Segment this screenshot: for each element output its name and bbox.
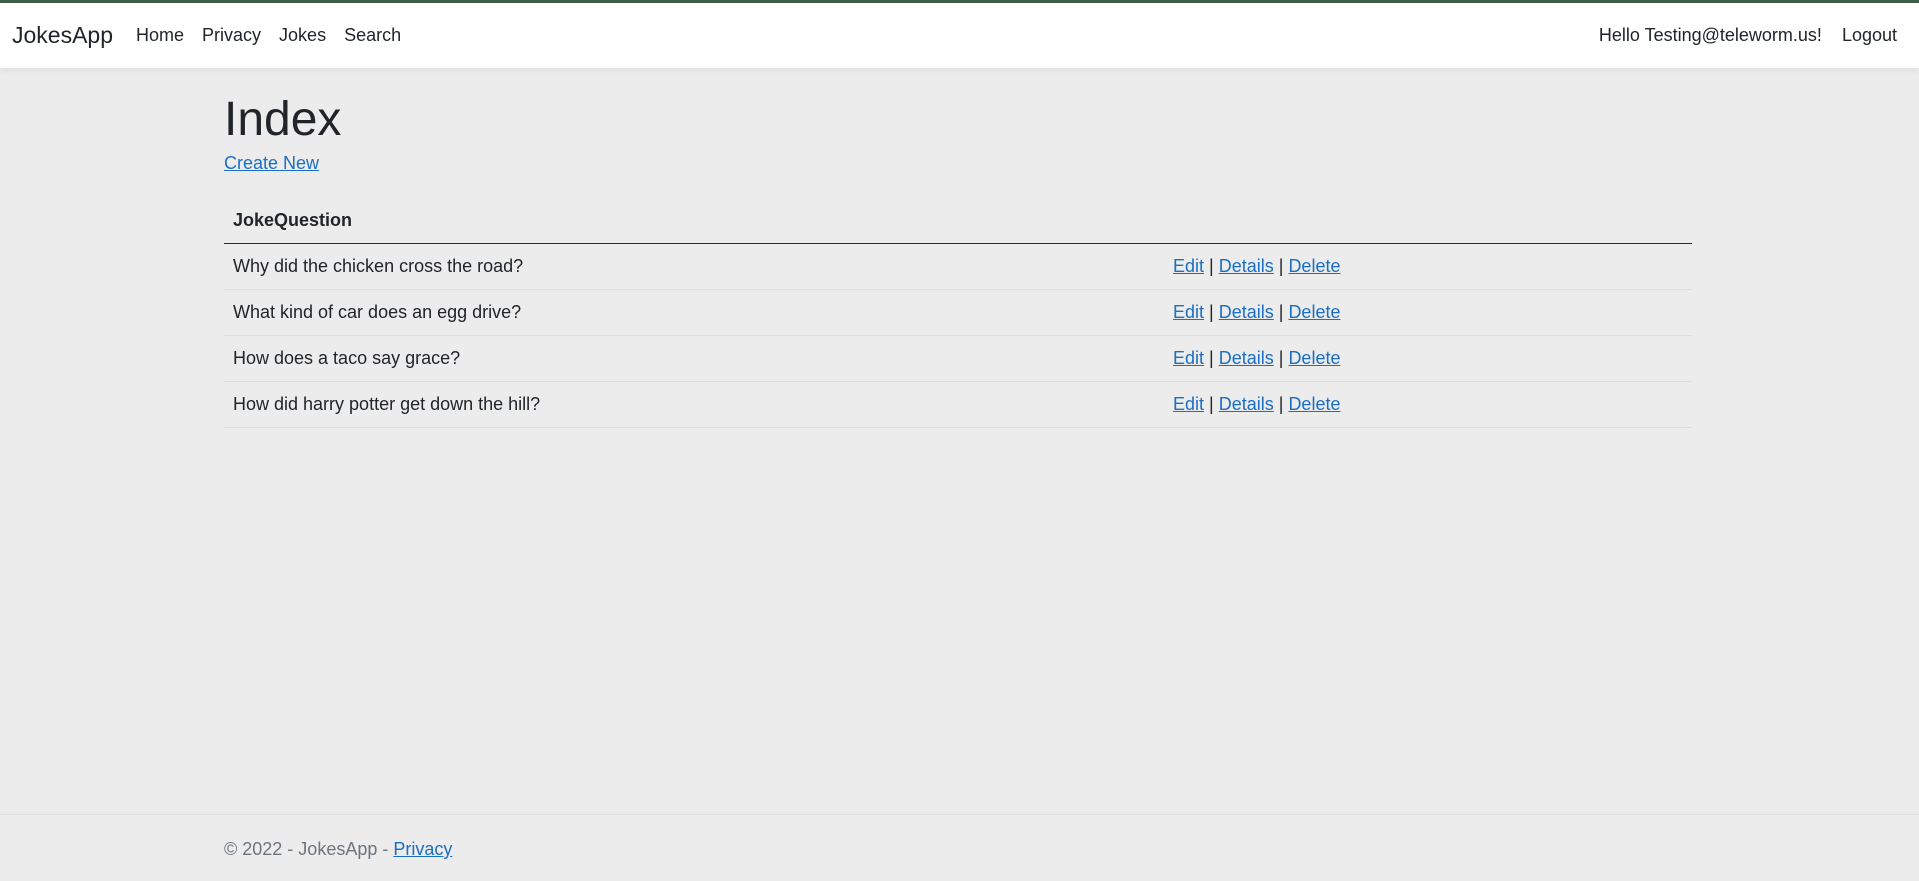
nav-privacy[interactable]: Privacy <box>193 17 270 54</box>
separator: | <box>1278 256 1284 277</box>
column-header-actions <box>1164 200 1692 245</box>
row-actions: Edit | Details | Delete <box>1164 335 1692 383</box>
column-header-jokequestion: JokeQuestion <box>224 200 1164 245</box>
joke-question-cell: Why did the chicken cross the road? <box>224 243 1164 291</box>
brand-link[interactable]: JokesApp <box>12 22 113 49</box>
details-link[interactable]: Details <box>1219 256 1274 276</box>
main-content: Index Create New JokeQuestion Why did th… <box>224 70 1692 429</box>
joke-question-cell: How does a taco say grace? <box>224 335 1164 383</box>
row-actions: Edit | Details | Delete <box>1164 289 1692 337</box>
copyright-text: © 2022 - JokesApp - <box>224 839 394 859</box>
details-link[interactable]: Details <box>1219 302 1274 322</box>
footer: © 2022 - JokesApp - Privacy <box>0 814 1919 881</box>
jokes-table: JokeQuestion Why did the chicken cross t… <box>224 200 1692 429</box>
joke-question-cell: How did harry potter get down the hill? <box>224 381 1164 429</box>
table-row: How does a taco say grace? Edit | Details |… <box>224 335 1692 383</box>
table-row: How did harry potter get down the hill? … <box>224 381 1692 429</box>
nav-search[interactable]: Search <box>335 17 410 54</box>
joke-question-cell: What kind of car does an egg drive? <box>224 289 1164 337</box>
edit-link[interactable]: Edit <box>1173 256 1204 276</box>
table-row: Why did the chicken cross the road? Edit… <box>224 243 1692 291</box>
separator: | <box>1209 256 1214 277</box>
nav-links: Home Privacy Jokes Search <box>127 17 410 54</box>
separator: | <box>1209 302 1214 323</box>
row-actions: Edit | Details | Delete <box>1164 243 1692 291</box>
table-header-row: JokeQuestion <box>224 200 1692 245</box>
separator: | <box>1278 348 1284 369</box>
separator: | <box>1209 348 1214 369</box>
nav-jokes[interactable]: Jokes <box>270 17 335 54</box>
delete-link[interactable]: Delete <box>1288 394 1340 414</box>
row-actions: Edit | Details | Delete <box>1164 381 1692 429</box>
delete-link[interactable]: Delete <box>1288 348 1340 368</box>
details-link[interactable]: Details <box>1219 348 1274 368</box>
nav-user-area: Hello Testing@teleworm.us! Logout <box>1589 17 1907 54</box>
delete-link[interactable]: Delete <box>1288 256 1340 276</box>
edit-link[interactable]: Edit <box>1173 348 1204 368</box>
navbar: JokesApp Home Privacy Jokes Search Hello… <box>0 3 1919 69</box>
footer-content: © 2022 - JokesApp - Privacy <box>224 839 452 860</box>
page-title: Index <box>224 93 342 146</box>
nav-home[interactable]: Home <box>127 17 193 54</box>
create-new-link[interactable]: Create New <box>224 153 319 174</box>
logout-button[interactable]: Logout <box>1832 17 1907 54</box>
separator: | <box>1278 394 1284 415</box>
edit-link[interactable]: Edit <box>1173 302 1204 322</box>
details-link[interactable]: Details <box>1219 394 1274 414</box>
delete-link[interactable]: Delete <box>1288 302 1340 322</box>
separator: | <box>1209 394 1214 415</box>
separator: | <box>1278 302 1284 323</box>
edit-link[interactable]: Edit <box>1173 394 1204 414</box>
footer-privacy-link[interactable]: Privacy <box>393 839 452 859</box>
table-row: What kind of car does an egg drive? Edit… <box>224 289 1692 337</box>
user-greeting-link[interactable]: Hello Testing@teleworm.us! <box>1589 17 1832 54</box>
